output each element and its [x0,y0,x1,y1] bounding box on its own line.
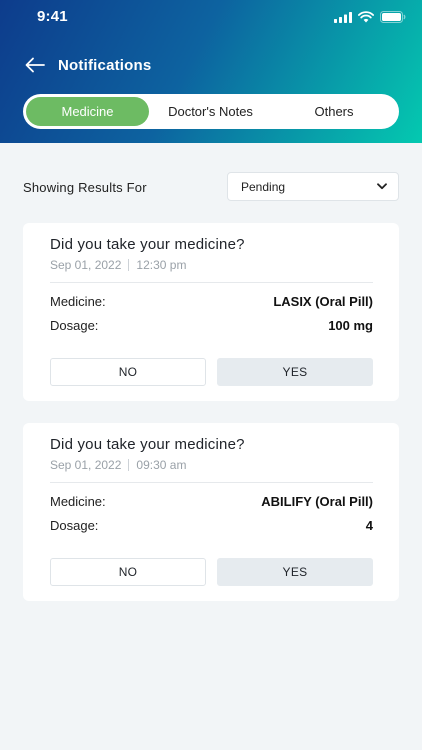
meta-separator [128,459,130,471]
medicine-value: ABILIFY (Oral Pill) [261,493,373,509]
divider [50,482,373,483]
medicine-row: Medicine: LASIX (Oral Pill) [50,292,373,310]
status-filter-dropdown[interactable]: Pending [227,172,399,201]
response-buttons: NO YES [50,558,373,586]
category-tabs: Medicine Doctor's Notes Others [23,94,399,129]
wifi-icon [358,10,374,28]
nav-bar: Notifications [24,52,151,78]
page-title: Notifications [58,56,152,74]
no-button[interactable]: NO [50,558,206,586]
status-time: 9:41 [37,8,68,25]
filter-selected-value: Pending [241,179,286,194]
tab-doctors-notes[interactable]: Doctor's Notes [149,97,272,126]
card-date: Sep 01, 2022 [50,458,122,472]
yes-button[interactable]: YES [217,358,373,386]
battery-icon [380,10,406,28]
medicine-row: Medicine: ABILIFY (Oral Pill) [50,492,373,510]
medicine-value: LASIX (Oral Pill) [273,293,373,309]
card-title: Did you take your medicine? [50,436,245,453]
card-datetime: Sep 01, 2022 12:30 pm [50,258,186,272]
cellular-signal-icon [334,10,352,28]
medicine-label: Medicine: [50,493,106,509]
card-time: 12:30 pm [136,258,187,272]
response-buttons: NO YES [50,358,373,386]
dosage-value: 100 mg [328,317,373,333]
dosage-row: Dosage: 100 mg [50,316,373,334]
card-time: 09:30 am [136,458,187,472]
tab-others[interactable]: Others [272,97,396,126]
dosage-label: Dosage: [50,317,99,333]
filter-row: Showing Results For Pending [23,172,399,202]
chevron-down-icon [376,181,388,193]
tab-medicine[interactable]: Medicine [26,97,149,126]
meta-separator [128,259,130,271]
status-bar: 9:41 [0,0,422,34]
yes-button[interactable]: YES [217,558,373,586]
dosage-row: Dosage: 4 [50,516,373,534]
filter-label: Showing Results For [23,180,147,195]
card-date: Sep 01, 2022 [50,258,122,272]
medicine-reminder-card: Did you take your medicine? Sep 01, 2022… [23,223,399,401]
dosage-label: Dosage: [50,517,99,533]
card-title: Did you take your medicine? [50,236,245,253]
medicine-label: Medicine: [50,293,106,309]
medicine-reminder-card: Did you take your medicine? Sep 01, 2022… [23,423,399,601]
dosage-value: 4 [365,517,373,533]
card-datetime: Sep 01, 2022 09:30 am [50,458,186,472]
header: 9:41 Notifications Medicine Doctor's Not… [0,0,422,143]
no-button[interactable]: NO [50,358,206,386]
divider [50,282,373,283]
arrow-left-icon[interactable] [24,54,46,76]
status-icons [334,10,406,28]
